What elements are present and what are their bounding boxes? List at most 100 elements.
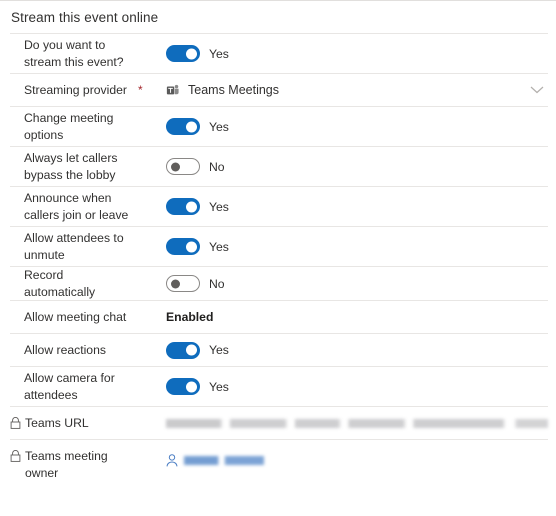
toggle-bypass-lobby[interactable]: No xyxy=(166,158,225,175)
static-value-allow-meeting-chat: Enabled xyxy=(166,310,214,324)
required-marker: * xyxy=(138,83,143,97)
row-label-teams-meeting-owner: Teams meeting owner xyxy=(25,449,108,480)
row-label-wrap: Allow meeting chat xyxy=(24,309,126,326)
toggle-track[interactable] xyxy=(166,275,200,292)
row-label-wrap: Announce when callers join or leave xyxy=(24,190,134,223)
person-icon xyxy=(166,454,178,467)
settings-row-change-meeting-options: Change meeting options Yes xyxy=(10,106,548,146)
streaming-provider-value: Teams Meetings xyxy=(188,83,280,97)
toggle-allow-camera[interactable]: Yes xyxy=(166,378,229,395)
row-value-allow-camera: Yes xyxy=(134,378,548,395)
lock-icon xyxy=(10,416,21,429)
row-value-allow-reactions: Yes xyxy=(134,341,548,359)
settings-row-stream-this-event: Do you want to stream this event? Yes xyxy=(10,33,548,73)
row-label-wrap: Teams URL xyxy=(10,415,89,432)
toggle-state-label: No xyxy=(209,159,225,174)
toggle-knob xyxy=(170,162,180,171)
row-label-cell: Announce when callers join or leave xyxy=(10,190,134,223)
toggle-announce-callers[interactable]: Yes xyxy=(166,198,229,215)
row-value-bypass-lobby: No xyxy=(134,158,548,175)
toggle-knob xyxy=(185,121,197,132)
toggle-track[interactable] xyxy=(166,238,200,255)
row-label-wrap: Change meeting options xyxy=(24,110,134,143)
row-label-announce-callers: Announce when callers join or leave xyxy=(24,191,129,222)
toggle-knob xyxy=(185,381,197,392)
chevron-down-icon[interactable] xyxy=(530,86,544,95)
toggle-knob xyxy=(170,279,180,288)
teams-icon xyxy=(166,84,179,95)
toggle-change-meeting-options[interactable]: Yes xyxy=(166,118,229,135)
row-value-stream-this-event: Yes xyxy=(134,45,548,62)
settings-row-teams-meeting-owner: Teams meeting owner xyxy=(10,439,548,481)
row-label-allow-camera: Allow camera for attendees xyxy=(24,371,115,402)
row-label-stream-this-event: Do you want to stream this event? xyxy=(24,38,124,69)
toggle-track[interactable] xyxy=(166,45,200,62)
toggle-knob xyxy=(185,48,197,59)
row-label-bypass-lobby: Always let callers bypass the lobby xyxy=(24,151,118,182)
row-label-change-meeting-options: Change meeting options xyxy=(24,111,114,142)
row-value-allow-meeting-chat: Enabled xyxy=(134,309,548,325)
settings-row-allow-camera: Allow camera for attendees Yes xyxy=(10,366,548,406)
toggle-track[interactable] xyxy=(166,198,200,215)
toggle-knob xyxy=(185,201,197,212)
row-label-cell: Change meeting options xyxy=(10,110,134,143)
toggle-state-label: Yes xyxy=(209,119,229,134)
row-value-teams-url xyxy=(134,418,548,428)
row-value-record-automatically: No xyxy=(134,275,548,292)
toggle-stream-this-event[interactable]: Yes xyxy=(166,45,229,62)
row-value-attendees-unmute: Yes xyxy=(134,238,548,255)
toggle-state-label: No xyxy=(209,276,225,291)
row-label-wrap: Teams meeting owner xyxy=(10,448,134,481)
lock-icon xyxy=(10,450,21,462)
row-label-cell: Do you want to stream this event? xyxy=(10,37,134,70)
row-label-cell: Teams URL xyxy=(10,415,134,432)
row-label-teams-url: Teams URL xyxy=(25,415,89,430)
toggle-allow-reactions[interactable]: Yes xyxy=(166,341,229,359)
toggle-track[interactable] xyxy=(166,378,200,395)
stream-event-online-panel: Stream this event online Do you want to … xyxy=(0,0,556,516)
row-value-change-meeting-options: Yes xyxy=(134,118,548,135)
row-label-record-automatically: Record automatically xyxy=(24,268,96,299)
settings-row-record-automatically: Record automatically No xyxy=(10,266,548,300)
row-label-wrap: Allow camera for attendees xyxy=(24,370,134,403)
row-label-cell: Streaming provider xyxy=(10,82,134,99)
row-label-attendees-unmute: Allow attendees to unmute xyxy=(24,231,124,262)
row-label-wrap: Record automatically xyxy=(24,267,134,300)
settings-row-teams-url: Teams URL xyxy=(10,406,548,439)
toggle-state-label: Yes xyxy=(209,199,229,214)
row-label-allow-reactions: Allow reactions xyxy=(24,342,106,357)
toggle-state-label: Yes xyxy=(209,379,229,394)
settings-row-streaming-provider: Streaming provider * Teams Meetings xyxy=(10,73,548,106)
streaming-provider-select[interactable]: Teams Meetings xyxy=(166,83,279,97)
row-label-wrap: Allow reactions xyxy=(24,342,106,359)
toggle-track[interactable] xyxy=(166,341,200,359)
settings-row-attendees-unmute: Allow attendees to unmute Yes xyxy=(10,226,548,266)
settings-row-announce-callers: Announce when callers join or leave Yes xyxy=(10,186,548,226)
settings-rows: Do you want to stream this event? Yes St… xyxy=(0,33,556,481)
meeting-owner-chip[interactable] xyxy=(166,454,264,467)
toggle-state-label: Yes xyxy=(209,239,229,254)
row-value-teams-meeting-owner xyxy=(134,454,548,467)
toggle-knob xyxy=(185,344,197,356)
settings-row-bypass-lobby: Always let callers bypass the lobby No xyxy=(10,146,548,186)
row-label-wrap: Allow attendees to unmute xyxy=(24,230,134,263)
row-label-cell: Teams meeting owner xyxy=(10,440,134,481)
row-label-cell: Allow camera for attendees xyxy=(10,370,134,403)
row-label-cell: Allow meeting chat xyxy=(10,309,134,326)
row-label-allow-meeting-chat: Allow meeting chat xyxy=(24,309,127,324)
toggle-state-label: Yes xyxy=(209,343,229,357)
meeting-owner-name-redacted xyxy=(184,456,264,465)
toggle-knob xyxy=(185,241,197,252)
toggle-track[interactable] xyxy=(166,118,200,135)
row-label-wrap: Streaming provider xyxy=(24,82,127,99)
settings-row-allow-meeting-chat: Allow meeting chat Enabled xyxy=(10,300,548,333)
toggle-record-automatically[interactable]: No xyxy=(166,275,225,292)
toggle-attendees-unmute[interactable]: Yes xyxy=(166,238,229,255)
row-label-wrap: Always let callers bypass the lobby xyxy=(24,150,134,183)
row-label-wrap: Do you want to stream this event? xyxy=(24,37,134,70)
section-title: Stream this event online xyxy=(11,10,159,25)
row-value-streaming-provider: Teams Meetings xyxy=(134,83,548,97)
toggle-track[interactable] xyxy=(166,158,200,175)
teams-url-redacted[interactable] xyxy=(166,418,548,428)
row-label-cell: Always let callers bypass the lobby xyxy=(10,150,134,183)
